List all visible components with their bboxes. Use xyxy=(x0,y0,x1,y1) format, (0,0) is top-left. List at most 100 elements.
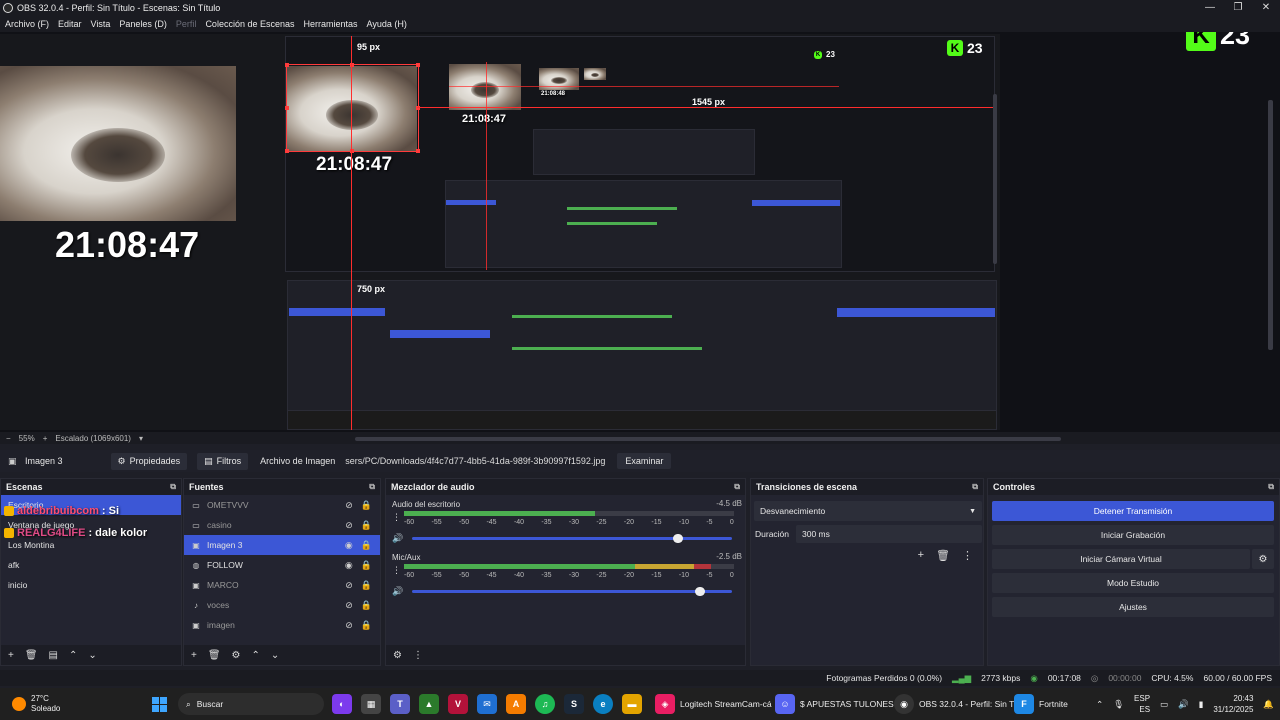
remove-scene-button[interactable]: 🗑 xyxy=(25,650,38,661)
task-discord[interactable]: ☺ $ APUESTAS TULONES $ xyxy=(775,688,901,720)
source-item[interactable]: ◍ FOLLOW ◉ 🔒 xyxy=(184,555,380,575)
network-icon[interactable]: ▭ xyxy=(1160,699,1168,710)
lock-icon[interactable]: 🔒 xyxy=(361,500,372,511)
duration-input[interactable]: 300 ms xyxy=(796,525,982,543)
steam-icon[interactable]: S xyxy=(564,694,584,714)
transition-select[interactable]: Desvanecimiento ▼ xyxy=(754,501,982,521)
move-down-button[interactable]: ⌄ xyxy=(88,650,96,661)
channel-menu-icon[interactable]: ⋮ xyxy=(392,565,401,576)
copilot-icon[interactable]: ◐ xyxy=(332,694,352,714)
undock-icon[interactable]: ⧉ xyxy=(972,482,978,492)
taskbar-clock[interactable]: 20:43 31/12/2025 xyxy=(1213,693,1253,715)
notification-icon[interactable]: 🔔 xyxy=(1263,699,1274,710)
preview-area[interactable]: 21:08:47 21:08:47 21:08:47 21:08:48 95 p… xyxy=(0,32,1280,432)
undock-icon[interactable]: ⧉ xyxy=(1268,482,1274,492)
stop-streaming-button[interactable]: Detener Transmisión xyxy=(992,501,1274,521)
scene-item[interactable]: inicio xyxy=(1,575,181,595)
filters-button[interactable]: ▤ Filtros xyxy=(197,452,249,470)
lock-icon[interactable]: 🔒 xyxy=(361,540,372,551)
source-item[interactable]: ▭ casino ⊘ 🔒 xyxy=(184,515,380,535)
speaker-icon[interactable]: 🔊 xyxy=(392,586,403,597)
microphone-icon[interactable]: 🎙 xyxy=(1113,699,1124,710)
remove-source-button[interactable]: 🗑 xyxy=(208,650,221,661)
teams-icon[interactable]: T xyxy=(390,694,410,714)
image-file-path[interactable]: sers/PC/Downloads/4f4c7d77-4bb5-41da-989… xyxy=(345,456,605,466)
menu-docks[interactable]: Paneles (D) xyxy=(119,19,167,29)
visibility-icon[interactable]: ◉ xyxy=(345,540,353,551)
properties-button[interactable]: ⚙ Propiedades xyxy=(110,452,188,470)
zoom-out-button[interactable]: − xyxy=(6,434,11,443)
start-button[interactable] xyxy=(152,688,170,720)
studio-mode-button[interactable]: Modo Estudio xyxy=(992,573,1274,593)
speaker-icon[interactable]: 🔊 xyxy=(392,533,403,544)
source-item[interactable]: ♪ voces ⊘ 🔒 xyxy=(184,595,380,615)
add-transition-button[interactable]: + xyxy=(918,549,924,562)
undock-icon[interactable]: ⧉ xyxy=(369,482,375,492)
gear-icon[interactable]: ⚙ xyxy=(232,650,241,661)
start-recording-button[interactable]: Iniciar Grabación xyxy=(992,525,1274,545)
menu-profile[interactable]: Perfil xyxy=(176,19,197,29)
add-scene-button[interactable]: + xyxy=(8,650,14,661)
undock-icon[interactable]: ⧉ xyxy=(170,482,176,492)
app-icon[interactable]: V xyxy=(448,694,468,714)
chevron-down-icon[interactable]: ▾ xyxy=(139,434,143,443)
transition-menu-icon[interactable]: ⋮ xyxy=(962,549,973,562)
office-icon[interactable]: A xyxy=(506,694,526,714)
lock-icon[interactable]: 🔒 xyxy=(361,520,372,531)
zoom-in-button[interactable]: + xyxy=(43,434,48,443)
visibility-hidden-icon[interactable]: ⊘ xyxy=(345,500,353,511)
visibility-icon[interactable]: ◉ xyxy=(345,560,353,571)
source-item[interactable]: ▣ Imagen 3 ◉ 🔒 xyxy=(184,535,380,555)
scene-item[interactable]: afk xyxy=(1,555,181,575)
nvidia-icon[interactable]: ▲ xyxy=(419,694,439,714)
filters-icon[interactable]: ▤ xyxy=(49,650,58,661)
preview-horizontal-scrollbar[interactable] xyxy=(355,437,1061,441)
battery-icon[interactable]: ▮ xyxy=(1199,699,1204,710)
source-item[interactable]: ▣ imagen ⊘ 🔒 xyxy=(184,615,380,635)
task-obs[interactable]: ◉ OBS 32.0.4 - Perfil: Sin T xyxy=(894,688,1014,720)
minimize-button[interactable]: — xyxy=(1196,0,1224,16)
mixer-settings-icon[interactable]: ⚙ xyxy=(393,650,402,661)
preview-canvas[interactable]: 21:08:47 21:08:47 21:08:47 21:08:48 95 p… xyxy=(0,34,1000,430)
menu-edit[interactable]: Editar xyxy=(58,19,82,29)
volume-slider[interactable] xyxy=(412,587,732,596)
undock-icon[interactable]: ⧉ xyxy=(734,482,740,492)
spotify-icon[interactable]: ♫ xyxy=(535,694,555,714)
browse-button[interactable]: Examinar xyxy=(617,453,672,469)
selection-box[interactable] xyxy=(285,63,420,153)
menu-tools[interactable]: Herramientas xyxy=(304,19,358,29)
remove-transition-button[interactable]: 🗑 xyxy=(936,549,950,562)
move-up-button[interactable]: ⌃ xyxy=(69,650,77,661)
menu-view[interactable]: Vista xyxy=(91,19,111,29)
move-down-button[interactable]: ⌄ xyxy=(271,650,279,661)
edge-icon[interactable]: e xyxy=(593,694,613,714)
menu-help[interactable]: Ayuda (H) xyxy=(367,19,407,29)
virtual-camera-settings-button[interactable]: ⚙ xyxy=(1252,549,1274,569)
task-fortnite[interactable]: F Fortnite xyxy=(1014,688,1068,720)
store-icon[interactable]: ▦ xyxy=(361,694,381,714)
folder-icon[interactable]: ▬ xyxy=(622,694,642,714)
move-up-button[interactable]: ⌃ xyxy=(252,650,260,661)
task-logitech[interactable]: ◈ Logitech StreamCam-cá xyxy=(655,688,772,720)
channel-menu-icon[interactable]: ⋮ xyxy=(392,512,401,523)
volume-slider[interactable] xyxy=(412,534,732,543)
chevron-up-icon[interactable]: ⌃ xyxy=(1096,699,1103,710)
preview-right-scrollbar[interactable] xyxy=(1268,100,1273,350)
menu-scene-collection[interactable]: Colección de Escenas xyxy=(205,19,294,29)
visibility-hidden-icon[interactable]: ⊘ xyxy=(345,580,353,591)
maximize-button[interactable]: ❐ xyxy=(1224,0,1252,16)
visibility-hidden-icon[interactable]: ⊘ xyxy=(345,520,353,531)
lock-icon[interactable]: 🔒 xyxy=(361,600,372,611)
start-virtual-camera-button[interactable]: Iniciar Cámara Virtual xyxy=(992,549,1250,569)
lock-icon[interactable]: 🔒 xyxy=(361,620,372,631)
close-button[interactable]: ✕ xyxy=(1252,0,1280,16)
menu-file[interactable]: Archivo (F) xyxy=(5,19,49,29)
source-item[interactable]: ▭ OMETVVV ⊘ 🔒 xyxy=(184,495,380,515)
taskbar-search[interactable]: ⌕ Buscar xyxy=(178,693,324,715)
mail-icon[interactable]: ✉ xyxy=(477,694,497,714)
visibility-hidden-icon[interactable]: ⊘ xyxy=(345,620,353,631)
language-indicator[interactable]: ESP ES xyxy=(1134,693,1150,715)
mixer-menu-icon[interactable]: ⋮ xyxy=(413,650,423,661)
add-source-button[interactable]: + xyxy=(191,650,197,661)
weather-widget[interactable]: 27°C Soleado xyxy=(12,688,60,720)
